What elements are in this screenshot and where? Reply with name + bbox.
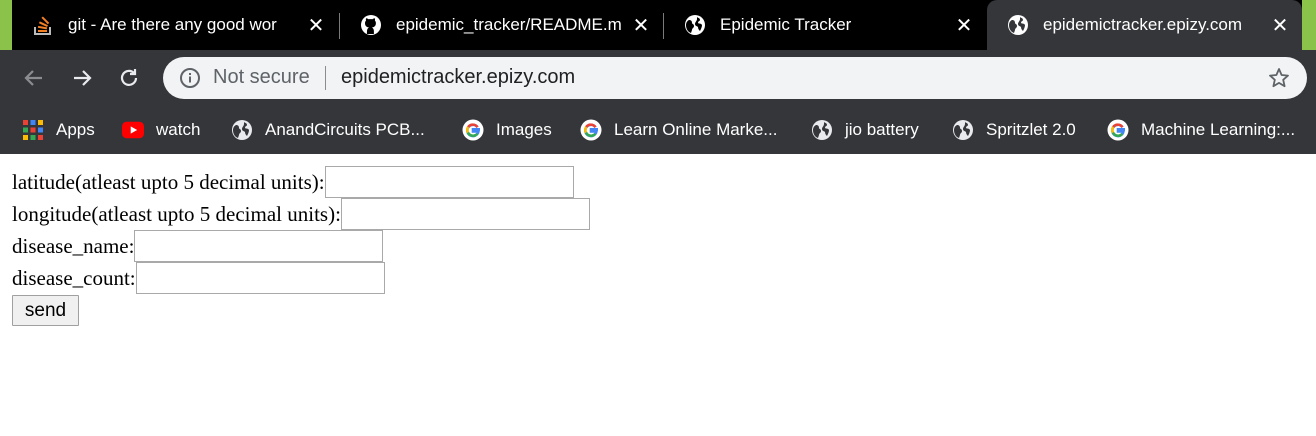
- tab-title: epidemictracker.epizy.com: [1043, 15, 1243, 34]
- longitude-input[interactable]: [340, 198, 590, 230]
- bookmark-label: Machine Learning:...: [1141, 120, 1296, 139]
- forward-arrow-icon[interactable]: [68, 64, 96, 92]
- send-button[interactable]: send: [12, 295, 79, 326]
- star-icon[interactable]: [1267, 66, 1291, 90]
- bookmark-label: Apps: [56, 120, 95, 139]
- disease-name-row: disease_name:: [12, 230, 384, 262]
- tab-strip: git - Are there any good wor ✕ epidemic_…: [0, 0, 1316, 50]
- reload-icon[interactable]: [115, 64, 143, 92]
- close-icon[interactable]: ✕: [629, 13, 653, 37]
- info-icon[interactable]: [179, 67, 201, 89]
- page-content: latitude(atleast upto 5 decimal units): …: [0, 154, 1316, 436]
- divider: [325, 66, 326, 90]
- tab-epidemictracker-active[interactable]: epidemictracker.epizy.com ✕: [987, 0, 1302, 50]
- bookmark-label: Images: [496, 120, 552, 139]
- github-icon: [360, 14, 382, 36]
- disease-name-input[interactable]: [134, 230, 384, 262]
- globe-icon: [811, 119, 833, 141]
- google-icon: [580, 119, 602, 141]
- address-bar[interactable]: Not secure epidemictracker.epizy.com: [163, 57, 1307, 99]
- latitude-label: latitude(atleast upto 5 decimal units):: [12, 169, 325, 194]
- close-icon[interactable]: ✕: [952, 13, 976, 37]
- security-status[interactable]: Not secure: [213, 66, 310, 89]
- globe-icon: [684, 14, 706, 36]
- bookmark-learn-online[interactable]: Learn Online Marke...: [580, 114, 777, 146]
- tab-github[interactable]: epidemic_tracker/README.m ✕: [340, 0, 663, 50]
- tab-epidemic-tracker[interactable]: Epidemic Tracker ✕: [664, 0, 986, 50]
- google-icon: [462, 119, 484, 141]
- longitude-label: longitude(atleast upto 5 decimal units):: [12, 201, 341, 226]
- bookmark-apps[interactable]: Apps: [22, 114, 95, 146]
- tab-accent-right: [1302, 0, 1316, 50]
- tab-git[interactable]: git - Are there any good wor ✕: [12, 0, 338, 50]
- globe-icon: [952, 119, 974, 141]
- url-text[interactable]: epidemictracker.epizy.com: [341, 66, 575, 89]
- globe-icon: [1007, 14, 1029, 36]
- disease-count-label: disease_count:: [12, 265, 136, 290]
- disease-name-label: disease_name:: [12, 233, 135, 258]
- disease-count-row: disease_count:: [12, 262, 385, 294]
- latitude-input[interactable]: [324, 166, 574, 198]
- bookmark-label: AnandCircuits PCB...: [265, 120, 425, 139]
- tab-title: epidemic_tracker/README.m: [396, 15, 622, 34]
- disease-count-input[interactable]: [135, 262, 385, 294]
- bookmark-anandcircuits[interactable]: AnandCircuits PCB...: [231, 114, 425, 146]
- globe-icon: [231, 119, 253, 141]
- bookmark-images[interactable]: Images: [462, 114, 552, 146]
- bookmark-machine-learning[interactable]: Machine Learning:...: [1107, 114, 1295, 146]
- bookmark-jio-battery[interactable]: jio battery: [811, 114, 919, 146]
- bookmark-label: watch: [156, 120, 201, 139]
- google-icon: [1107, 119, 1129, 141]
- tab-title: git - Are there any good wor: [68, 15, 277, 34]
- close-icon[interactable]: ✕: [304, 13, 328, 37]
- stackoverflow-icon: [32, 14, 54, 36]
- youtube-icon: [122, 119, 144, 141]
- close-icon[interactable]: ✕: [1268, 13, 1292, 37]
- bookmark-label: jio battery: [845, 120, 919, 139]
- bookmark-watch[interactable]: watch: [122, 114, 200, 146]
- bookmark-label: Spritzlet 2.0: [986, 120, 1076, 139]
- latitude-row: latitude(atleast upto 5 decimal units):: [12, 166, 574, 198]
- apps-grid-icon: [22, 119, 44, 141]
- bookmark-spritzlet[interactable]: Spritzlet 2.0: [952, 114, 1076, 146]
- longitude-row: longitude(atleast upto 5 decimal units):: [12, 198, 590, 230]
- back-arrow-icon[interactable]: [20, 64, 48, 92]
- bookmarks-bar: Apps watch AnandCircuits PCB... Images L…: [0, 106, 1316, 154]
- tab-title: Epidemic Tracker: [720, 15, 852, 34]
- bookmark-label: Learn Online Marke...: [614, 120, 778, 139]
